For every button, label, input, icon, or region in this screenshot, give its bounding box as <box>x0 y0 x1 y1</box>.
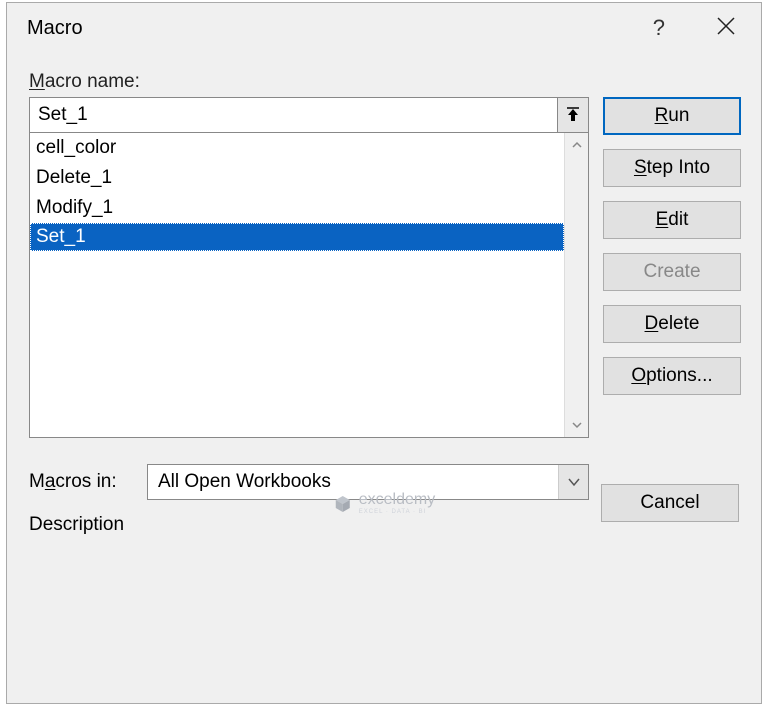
cancel-button[interactable]: Cancel <box>601 484 739 522</box>
watermark-sub: EXCEL · DATA · BI <box>359 509 435 516</box>
options-button[interactable]: Options... <box>603 357 741 395</box>
close-button[interactable] <box>715 15 741 41</box>
macro-name-label: Macro name: <box>29 71 739 93</box>
button-column: Run Step Into Edit Create Delete Options… <box>603 97 741 409</box>
arrow-up-icon <box>566 107 580 123</box>
create-button: Create <box>603 253 741 291</box>
macro-name-input[interactable] <box>29 97 558 133</box>
run-button[interactable]: Run <box>603 97 741 135</box>
cube-icon <box>333 494 353 514</box>
close-icon <box>715 15 737 37</box>
step-into-button[interactable]: Step Into <box>603 149 741 187</box>
description-label: Description <box>29 514 589 536</box>
listbox-scrollbar[interactable] <box>564 133 588 437</box>
delete-button[interactable]: Delete <box>603 305 741 343</box>
watermark: exceldemy EXCEL · DATA · BI <box>333 491 435 516</box>
macro-name-go-button[interactable] <box>557 97 589 133</box>
edit-button[interactable]: Edit <box>603 201 741 239</box>
watermark-brand: exceldemy <box>359 491 435 509</box>
select-arrow[interactable] <box>558 465 588 499</box>
chevron-down-icon <box>572 420 582 430</box>
chevron-up-icon <box>572 140 582 150</box>
list-item[interactable]: Delete_1 <box>30 163 564 193</box>
macros-in-label: Macros in: <box>29 471 147 493</box>
macro-name-input-group <box>29 97 589 133</box>
list-item[interactable]: Set_1 <box>30 223 564 251</box>
dialog-title: Macro <box>27 17 653 40</box>
help-button[interactable]: ? <box>653 15 665 41</box>
macro-dialog: Macro ? Macro name: <box>6 2 762 704</box>
list-item[interactable]: cell_color <box>30 133 564 163</box>
scroll-down-button[interactable] <box>565 413 589 437</box>
chevron-down-icon <box>568 477 580 487</box>
macro-listbox[interactable]: cell_colorDelete_1Modify_1Set_1 <box>29 132 589 438</box>
dialog-content: Macro name: cell_colorDelete_1Modify_1Se… <box>7 53 761 546</box>
list-item[interactable]: Modify_1 <box>30 193 564 223</box>
macros-in-value: All Open Workbooks <box>148 471 558 493</box>
scroll-up-button[interactable] <box>565 133 589 157</box>
titlebar: Macro ? <box>7 3 761 53</box>
